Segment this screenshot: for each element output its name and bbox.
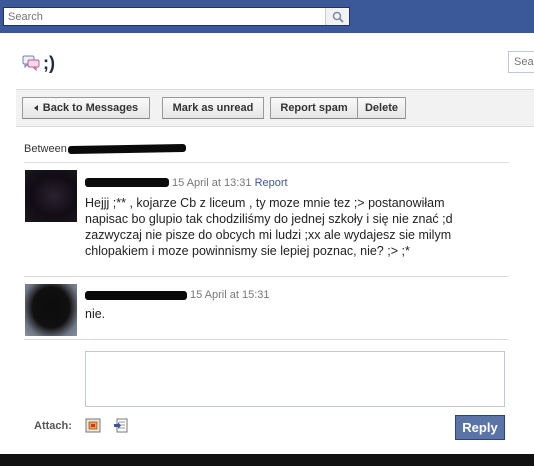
report-spam-button[interactable]: Report spam (270, 97, 358, 119)
thread-title: ;) (43, 53, 55, 73)
divider (24, 276, 509, 277)
message-line: nie. (85, 307, 106, 321)
reply-textarea[interactable] (85, 351, 505, 407)
messages-icon (22, 55, 40, 71)
right-search-field[interactable]: Sea (508, 51, 534, 73)
message-line: zazwyczaj nie pisze do obcych mi ludzi ;… (85, 228, 452, 242)
search-icon (332, 11, 344, 23)
redacted-sender-name[interactable] (85, 291, 187, 300)
delete-button[interactable]: Delete (357, 97, 406, 119)
message-line: napisac bo glupio tak chodziliśmy do jed… (85, 212, 453, 226)
divider (24, 339, 509, 340)
redacted-sender-name[interactable] (85, 178, 169, 187)
attach-label: Attach: (34, 420, 72, 432)
mark-as-unread-button[interactable]: Mark as unread (162, 97, 264, 119)
message-line: chlopakiem i moze powinnismy sie lepiej … (85, 244, 410, 258)
sender-avatar[interactable] (25, 170, 77, 222)
search-button[interactable] (325, 8, 349, 25)
message-meta: 15 April at 13:31 Report (172, 177, 288, 189)
message-text: nie. (85, 306, 105, 322)
search-box (3, 7, 350, 26)
link-icon[interactable] (113, 418, 129, 433)
reply-button[interactable]: Reply (455, 415, 505, 440)
back-to-messages-label: Back to Messages (42, 102, 139, 114)
message-timestamp: 15 April at 15:31 (190, 289, 270, 301)
bottom-bar (0, 454, 534, 466)
message-text: Hejjj ;** , kojarze Cb z liceum , ty moz… (85, 195, 453, 259)
report-link[interactable]: Report (255, 177, 288, 189)
between-label: Between (24, 143, 67, 155)
back-arrow-icon (33, 105, 38, 111)
sender-avatar[interactable] (25, 284, 77, 336)
message-timestamp: 15 April at 13:31 (172, 177, 252, 189)
search-input[interactable] (4, 8, 326, 25)
back-to-messages-button[interactable]: Back to Messages (22, 97, 150, 119)
message-line: Hejjj ;** , kojarze Cb z liceum , ty moz… (85, 196, 445, 210)
message-meta: 15 April at 15:31 (190, 289, 270, 301)
divider (24, 162, 509, 163)
redacted-participant-names (67, 143, 187, 155)
photo-icon[interactable] (85, 418, 101, 433)
top-navigation-bar (0, 0, 534, 33)
